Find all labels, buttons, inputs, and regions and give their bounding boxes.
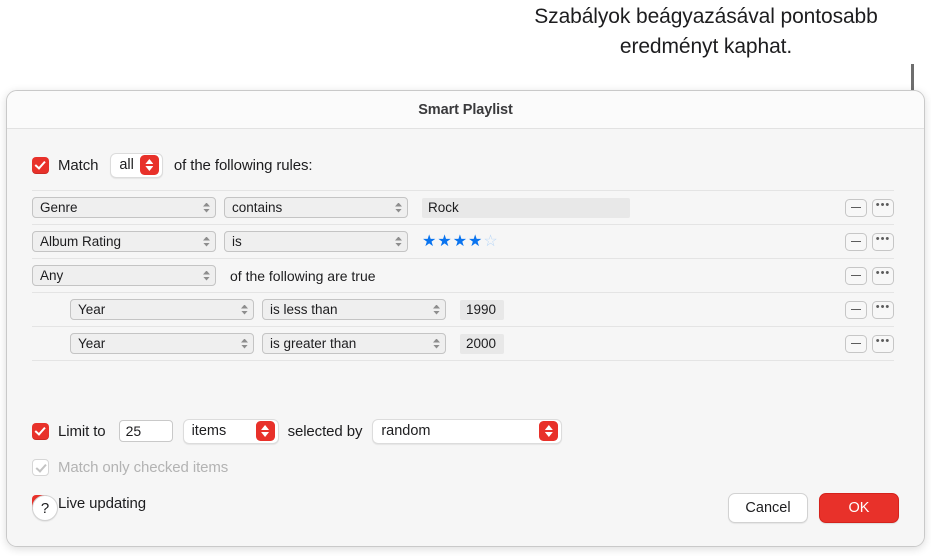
row-buttons: ••• xyxy=(845,266,894,285)
selected-by-label: selected by xyxy=(287,422,363,440)
rule-field-value: Year xyxy=(78,336,106,351)
chevron-updown-icon xyxy=(539,421,559,441)
rule-field-select[interactable]: Album Rating xyxy=(32,231,216,252)
rule-value-input[interactable]: 2000 xyxy=(460,333,504,354)
chevron-updown-icon xyxy=(202,269,211,282)
match-checkbox[interactable] xyxy=(32,156,49,174)
chevron-updown-icon xyxy=(394,201,403,214)
rule-operator-value: is xyxy=(232,234,242,249)
star-empty-icon: ☆ xyxy=(483,232,499,250)
chevron-updown-icon xyxy=(432,337,441,350)
star-filled-icon: ★ xyxy=(422,232,438,250)
match-row: Match all of the following rules: xyxy=(32,152,313,178)
match-only-checked-row: Match only checked items xyxy=(32,453,562,481)
chevron-updown-icon xyxy=(139,155,159,175)
rule-options-button[interactable]: ••• xyxy=(872,300,894,319)
rule-operator-select[interactable]: contains xyxy=(224,197,408,218)
rule-value-input[interactable]: Rock xyxy=(422,197,630,218)
rule-operator-value: contains xyxy=(232,200,283,215)
dialog-titlebar: Smart Playlist xyxy=(7,91,924,129)
minus-icon xyxy=(851,274,861,277)
match-only-checked-checkbox xyxy=(32,458,49,476)
smart-playlist-dialog: Smart Playlist Match all of the followin… xyxy=(6,90,925,547)
rule-field-select[interactable]: Genre xyxy=(32,197,216,218)
footer-actions: Cancel OK xyxy=(728,493,899,523)
chevron-updown-icon xyxy=(240,303,249,316)
cancel-button[interactable]: Cancel xyxy=(728,493,808,523)
chevron-updown-icon xyxy=(240,337,249,350)
rule-field-value: Album Rating xyxy=(40,234,122,249)
match-suffix-label: of the following rules: xyxy=(173,156,313,174)
dialog-title: Smart Playlist xyxy=(418,101,513,118)
minus-icon xyxy=(851,308,861,311)
rule-operator-select[interactable]: is greater than xyxy=(262,333,446,354)
rule-field-value: Genre xyxy=(40,200,78,215)
match-type-value: all xyxy=(119,157,134,173)
remove-rule-button[interactable] xyxy=(845,198,867,217)
group-condition-label: of the following are true xyxy=(230,267,376,284)
chevron-updown-icon xyxy=(432,303,441,316)
group-condition-value: Any xyxy=(40,268,64,283)
table-row: Any of the following are true ••• xyxy=(32,258,894,292)
rule-rating-stars[interactable]: ★★★★☆ xyxy=(422,232,499,250)
match-only-checked-label: Match only checked items xyxy=(58,458,229,476)
rule-operator-value: is greater than xyxy=(270,336,357,351)
rule-field-select[interactable]: Year xyxy=(70,333,254,354)
minus-icon xyxy=(851,206,861,209)
table-row: Album Rating is ★★★★☆ ••• xyxy=(32,224,894,258)
row-buttons: ••• xyxy=(845,198,894,217)
star-filled-icon: ★ xyxy=(452,232,469,250)
rule-operator-select[interactable]: is xyxy=(224,231,408,252)
table-row: Year is less than 1990 ••• xyxy=(32,292,894,326)
table-row: Genre contains Rock ••• xyxy=(32,190,894,224)
ellipsis-icon: ••• xyxy=(875,335,891,347)
match-label: Match xyxy=(58,156,99,174)
limit-to-checkbox[interactable] xyxy=(32,422,49,440)
remove-rule-button[interactable] xyxy=(845,334,867,353)
callout-text: Szabályok beágyazásával pontosabb eredmé… xyxy=(534,5,878,58)
ellipsis-icon: ••• xyxy=(875,233,891,245)
limit-to-row: Limit to 25 items selected by random xyxy=(32,417,563,445)
selected-by-value: random xyxy=(381,423,431,439)
remove-rule-button[interactable] xyxy=(845,232,867,251)
remove-rule-button[interactable] xyxy=(845,300,867,319)
minus-icon xyxy=(851,240,861,243)
rule-field-select[interactable]: Year xyxy=(70,299,254,320)
row-buttons: ••• xyxy=(845,300,894,319)
chevron-updown-icon xyxy=(202,201,211,214)
limit-to-label: Limit to xyxy=(58,422,106,440)
dialog-body: Match all of the following rules: Genre … xyxy=(7,129,924,546)
ellipsis-icon: ••• xyxy=(875,267,891,279)
match-type-popup[interactable]: all xyxy=(110,152,163,178)
rule-options-button[interactable]: ••• xyxy=(872,232,894,251)
rule-operator-select[interactable]: is less than xyxy=(262,299,446,320)
row-buttons: ••• xyxy=(845,334,894,353)
star-filled-icon: ★ xyxy=(437,232,453,250)
rule-options-button[interactable]: ••• xyxy=(872,198,894,217)
ellipsis-icon: ••• xyxy=(875,199,891,211)
remove-rule-button[interactable] xyxy=(845,266,867,285)
help-button[interactable]: ? xyxy=(32,495,58,521)
star-filled-icon: ★ xyxy=(468,232,484,250)
table-row: Year is greater than 2000 ••• xyxy=(32,326,894,361)
limit-amount-input[interactable]: 25 xyxy=(118,420,173,442)
dialog-footer: ? Cancel OK xyxy=(7,481,924,546)
rule-operator-value: is less than xyxy=(270,302,338,317)
rule-options-button[interactable]: ••• xyxy=(872,266,894,285)
chevron-updown-icon xyxy=(394,235,403,248)
minus-icon xyxy=(851,342,861,345)
rules-list: Genre contains Rock ••• Album Rating is … xyxy=(32,190,894,361)
rule-field-value: Year xyxy=(78,302,106,317)
selected-by-popup[interactable]: random xyxy=(372,418,563,444)
group-condition-select[interactable]: Any xyxy=(32,265,216,286)
limit-unit-value: items xyxy=(191,423,227,439)
rule-options-button[interactable]: ••• xyxy=(872,334,894,353)
ok-button[interactable]: OK xyxy=(819,493,899,523)
limit-unit-popup[interactable]: items xyxy=(182,418,279,444)
chevron-updown-icon xyxy=(202,235,211,248)
chevron-updown-icon xyxy=(255,421,275,441)
row-buttons: ••• xyxy=(845,232,894,251)
rule-value-input[interactable]: 1990 xyxy=(460,299,504,320)
ellipsis-icon: ••• xyxy=(875,301,891,313)
